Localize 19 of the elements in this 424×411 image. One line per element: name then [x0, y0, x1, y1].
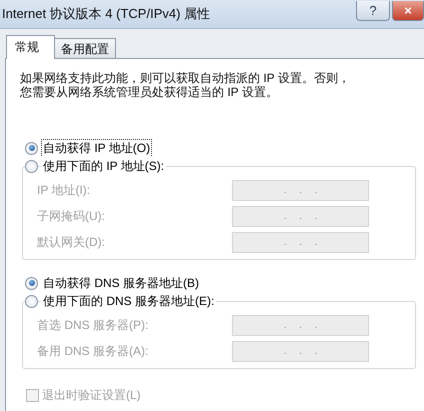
description-text: 您需要从网络系统管理员处获得适当的 IP 设置。	[20, 85, 279, 99]
field-label: 子网掩码(U):	[37, 208, 106, 224]
radio-label: 自动获得 IP 地址(O)	[41, 138, 152, 158]
field-label: IP 地址(I):	[37, 182, 92, 198]
help-button[interactable]: ?	[356, 1, 390, 21]
radio-label: 使用下面的 IP 地址(S):	[41, 156, 166, 176]
tab[interactable]: 常规	[6, 35, 55, 59]
radio-button[interactable]	[25, 276, 38, 290]
field-label: 首选 DNS 服务器(P):	[37, 316, 150, 334]
radio-button[interactable]	[25, 142, 38, 154]
radio-button[interactable]	[25, 294, 38, 308]
radio-button[interactable]	[25, 160, 38, 172]
field-label: 默认网关(D):	[37, 234, 106, 250]
window-title: Internet 协议版本 4 (TCP/IPv4) 属性	[1, 5, 212, 23]
description-text: 如果网络支持此功能，则可以获取自动指派的 IP 设置。否则，	[20, 71, 351, 85]
field-label: 备用 DNS 服务器(A):	[37, 342, 150, 360]
checkbox-label: 退出时验证设置(L)	[42, 387, 141, 404]
tab[interactable]: 备用配置	[54, 38, 116, 58]
close-button[interactable]: ×	[392, 1, 424, 21]
